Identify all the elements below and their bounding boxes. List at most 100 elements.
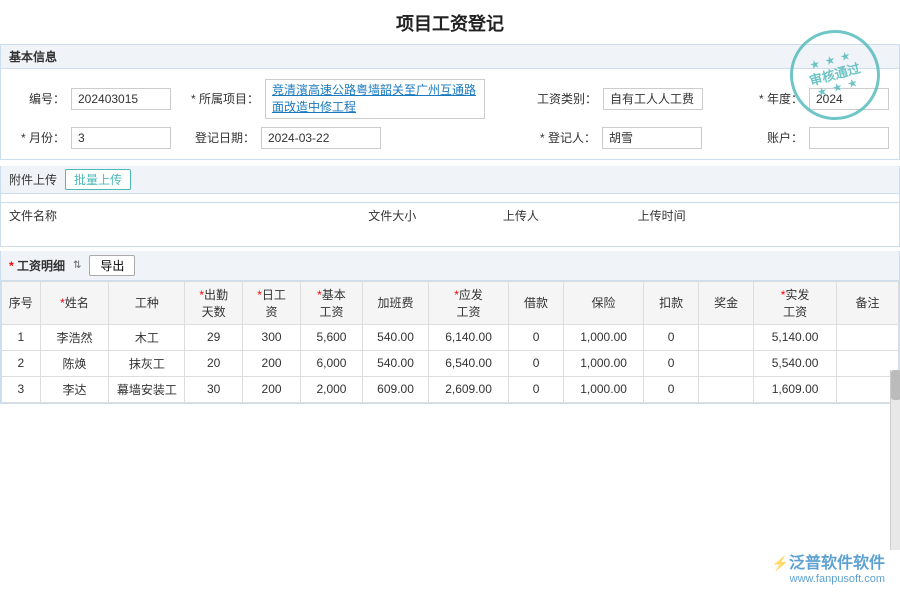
export-button[interactable]: 导出 [89,255,135,276]
page-title: 项目工资登记 [0,0,900,44]
attach-time-header: 上传时间 [630,202,810,228]
col-seq: 序号 [2,281,41,324]
cell-base_wage: 6,000 [300,350,362,376]
cell-loan: 0 [509,376,564,402]
cell-days: 30 [185,376,243,402]
cell-base_wage: 2,000 [300,376,362,402]
wage-header: * 工资明细 ⇅ 导出 [1,251,899,281]
col-loan: 借款 [509,281,564,324]
cell-insurance: 1,000.00 [564,324,644,350]
field-reg-date: 登记日期： 2024-03-22 [191,127,537,149]
field-month: * 月份： 3 [11,127,191,149]
cell-deduct: 0 [644,350,699,376]
brand-name: 泛普软件 [789,555,853,572]
cell-should_pay: 6,140.00 [429,324,509,350]
cell-deduct: 0 [644,324,699,350]
col-name: *姓名 [40,281,109,324]
col-daily-wage: *日工资 [243,281,301,324]
cell-name: 李达 [40,376,109,402]
batch-upload-button[interactable]: 批量上传 [65,169,131,190]
code-label: 编号： [11,90,71,107]
attach-filesize-header: 文件大小 [360,202,495,228]
wage-table-row[interactable]: 3李达幕墙安装工302002,000609.002,609.0001,000.0… [2,376,899,402]
reg-date-label: 登记日期： [191,129,261,146]
cell-actual_pay: 5,540.00 [754,350,837,376]
month-label: * 月份： [11,129,71,146]
project-value[interactable]: 竞清濱高速公路粤墙韶关至广州互通路面改造中修工程 [265,79,485,119]
wage-table-body: 1李浩然木工293005,600540.006,140.0001,000.000… [2,324,899,402]
watermark-logo: ⚡泛普软件软件 [772,549,885,573]
wage-required-star: * [9,259,17,273]
cell-seq: 3 [2,376,41,402]
attach-col-action [809,194,899,203]
attach-col-uploader [495,194,630,203]
col-insurance: 保险 [564,281,644,324]
attach-table: 文件名称 文件大小 上传人 上传时间 [1,194,899,246]
wage-section: * 工资明细 ⇅ 导出 序号 *姓名 工种 *出勤天数 *日工资 *基本工资 加… [0,251,900,404]
col-deduct: 扣款 [644,281,699,324]
cell-insurance: 1,000.00 [564,376,644,402]
cell-bonus [699,376,754,402]
basic-info-form: 编号： 202403015 * 所属项目： 竞清濱高速公路粤墙韶关至广州互通路面… [0,69,900,160]
col-days: *出勤天数 [185,281,243,324]
attach-col-name [1,194,360,203]
cell-type: 抹灰工 [109,350,185,376]
basic-info-header: 基本信息 [0,44,900,69]
attach-filename-header: 文件名称 [1,202,360,228]
scrollbar[interactable] [890,370,900,550]
attach-extra-header [809,202,899,228]
wage-table-header-row: 序号 *姓名 工种 *出勤天数 *日工资 *基本工资 加班费 *应发工资 借款 … [2,281,899,324]
field-code: 编号： 202403015 [11,88,191,110]
form-row-2: * 月份： 3 登记日期： 2024-03-22 * 登记人： 胡雪 账户： [11,123,889,153]
cell-should_pay: 6,540.00 [429,350,509,376]
cell-type: 幕墙安装工 [109,376,185,402]
attach-uploader-header: 上传人 [495,202,630,228]
cell-overtime: 540.00 [362,324,428,350]
watermark-url: www.fanpusoft.com [772,573,885,585]
col-note: 备注 [836,281,898,324]
attach-col-size [360,194,495,203]
account-value [809,127,889,149]
wage-type-value: 自有工人人工费 [603,88,703,110]
attachment-section: 附件上传 批量上传 文件名称 文件大小 上传人 上传时间 [0,166,900,247]
field-wage-type: 工资类别： 自有工人人工费 [537,88,757,110]
wage-detail-text: 工资明细 [17,259,65,273]
cell-bonus [699,350,754,376]
reg-person-label: * 登记人： [537,129,602,146]
cell-loan: 0 [509,324,564,350]
cell-days: 20 [185,350,243,376]
cell-type: 木工 [109,324,185,350]
col-overtime: 加班费 [362,281,428,324]
col-type: 工种 [109,281,185,324]
project-label: * 所属项目： [191,90,265,107]
account-label: 账户： [757,129,809,146]
cell-name: 陈焕 [40,350,109,376]
wage-table-row[interactable]: 1李浩然木工293005,600540.006,140.0001,000.000… [2,324,899,350]
cell-daily_wage: 200 [243,376,301,402]
cell-note [836,324,898,350]
cell-actual_pay: 5,140.00 [754,324,837,350]
cell-insurance: 1,000.00 [564,350,644,376]
cell-bonus [699,324,754,350]
wage-type-label: 工资类别： [537,90,603,107]
cell-overtime: 540.00 [362,350,428,376]
attach-label: 附件上传 [9,171,57,188]
cell-seq: 1 [2,324,41,350]
col-bonus: 奖金 [699,281,754,324]
form-row-1: 编号： 202403015 * 所属项目： 竞清濱高速公路粤墙韶关至广州互通路面… [11,75,889,123]
wage-table-row[interactable]: 2陈焕抹灰工202006,000540.006,540.0001,000.000… [2,350,899,376]
cell-days: 29 [185,324,243,350]
cell-daily_wage: 200 [243,350,301,376]
watermark: ⚡泛普软件软件 www.fanpusoft.com [772,549,885,585]
wage-detail-label: * 工资明细 [9,257,65,274]
cell-actual_pay: 1,609.00 [754,376,837,402]
cell-name: 李浩然 [40,324,109,350]
scrollbar-thumb[interactable] [891,370,900,400]
field-account: 账户： [757,127,889,149]
attach-header: 附件上传 批量上传 [1,166,899,194]
wage-table: 序号 *姓名 工种 *出勤天数 *日工资 *基本工资 加班费 *应发工资 借款 … [1,281,899,403]
attach-header-row: 文件名称 文件大小 上传人 上传时间 [1,202,899,228]
col-should-pay: *应发工资 [429,281,509,324]
reg-date-value: 2024-03-22 [261,127,381,149]
field-reg-person: * 登记人： 胡雪 [537,127,757,149]
